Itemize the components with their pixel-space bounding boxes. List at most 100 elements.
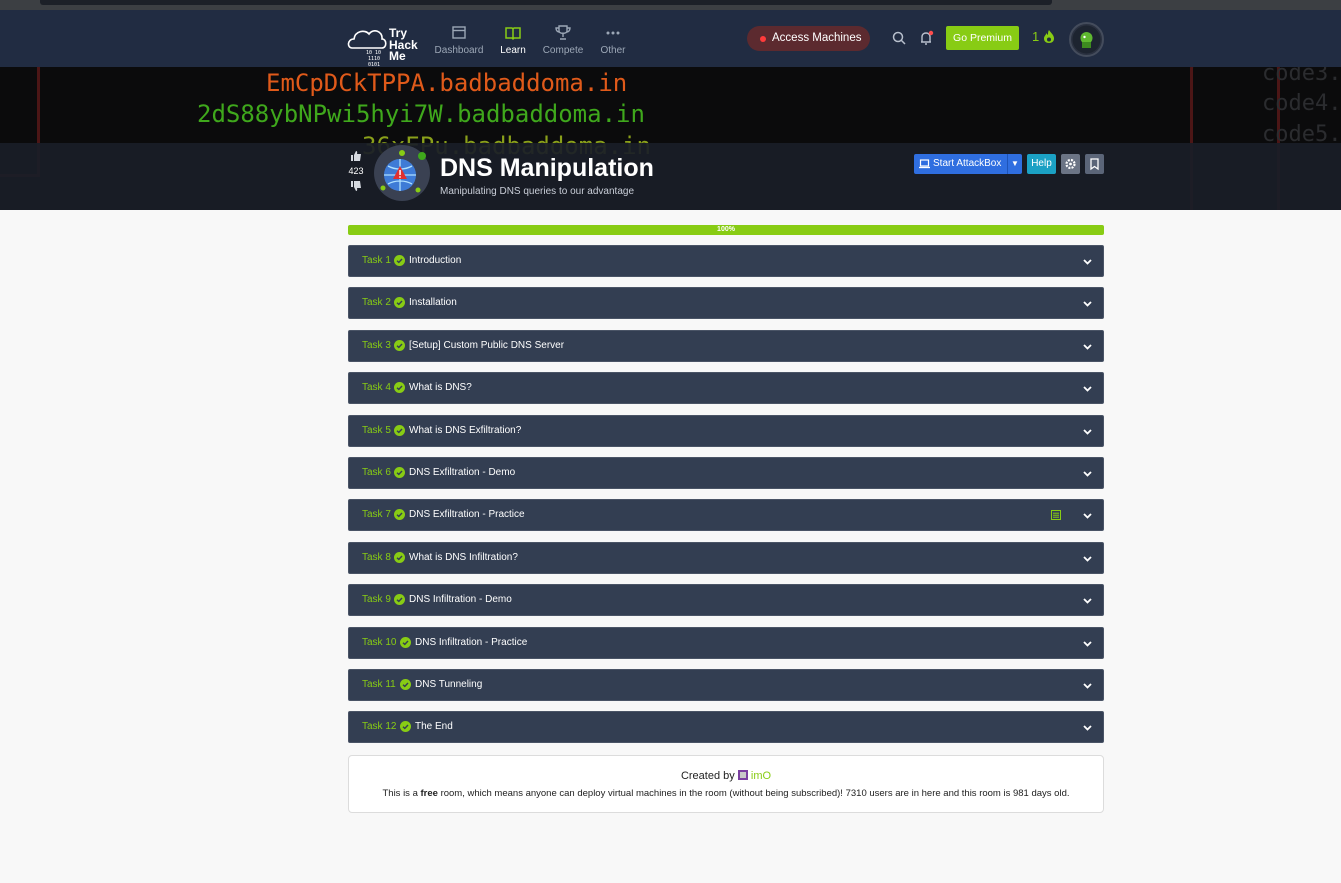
task-title: The End: [415, 721, 453, 733]
task-row[interactable]: Task 4 What is DNS?: [348, 372, 1104, 405]
check-circle-icon: [394, 551, 405, 563]
flame-icon: [1044, 30, 1055, 43]
chevron-down-icon[interactable]: [1082, 722, 1093, 733]
notes-icon[interactable]: [1051, 510, 1061, 521]
check-circle-icon: [394, 467, 405, 478]
task-number: Task 3: [362, 339, 391, 351]
top-navigation: 10 10 1110 0101 Try Hack Me Dashboard Lear…: [0, 10, 1341, 68]
chevron-down-icon[interactable]: [1082, 553, 1093, 564]
check-circle-icon: [394, 255, 405, 266]
bookmark-button[interactable]: [1085, 154, 1104, 174]
nav-dashboard[interactable]: Dashboard: [429, 24, 489, 56]
chevron-down-icon[interactable]: [1082, 256, 1093, 267]
banner-text-line: EmCpDCkTPPA.badbaddoma.in: [266, 69, 628, 97]
tab-strip: [40, 0, 1052, 5]
bookmark-icon: [1090, 158, 1099, 171]
task-number: Task 12: [362, 721, 397, 733]
task-title: DNS Tunneling: [415, 679, 483, 690]
check-circle-icon: [400, 679, 411, 690]
author-avatar-icon: [737, 770, 748, 780]
go-premium-button[interactable]: Go Premium: [946, 26, 1019, 50]
room-icon: [374, 145, 430, 201]
chevron-down-icon[interactable]: [1082, 468, 1093, 479]
avatar-image: [1072, 25, 1101, 54]
vote-widget: 423: [346, 150, 366, 194]
task-row[interactable]: Task 8 What is DNS Infiltration?: [348, 541, 1104, 574]
task-row[interactable]: Task 6 DNS Exfiltration - Demo: [348, 457, 1104, 489]
task-row[interactable]: Task 11 DNS Tunneling: [348, 669, 1104, 701]
task-number: Task 1: [362, 255, 391, 266]
task-number: Task 2: [362, 297, 391, 309]
dashboard-icon: [452, 26, 466, 39]
task-title: Introduction: [409, 255, 462, 266]
chevron-down-icon[interactable]: [1082, 298, 1093, 309]
gear-icon: [1065, 158, 1076, 170]
nav-other[interactable]: Other: [583, 24, 643, 56]
check-circle-icon: [394, 297, 405, 309]
task-title: DNS Exfiltration - Practice: [409, 509, 525, 521]
chevron-down-icon[interactable]: [1082, 341, 1093, 352]
task-row[interactable]: Task 12 The End: [348, 711, 1104, 744]
chevron-down-icon[interactable]: [1082, 383, 1093, 394]
progress-label: 100%: [717, 226, 735, 233]
created-by-line: Created by imO: [680, 770, 772, 782]
task-number: Task 6: [362, 467, 391, 478]
task-title: DNS Infiltration - Demo: [409, 594, 512, 606]
check-circle-icon: [394, 509, 405, 521]
room-title: DNS Manipulation: [440, 154, 654, 182]
task-number: Task 9: [362, 594, 391, 606]
vote-count: 423: [348, 166, 364, 176]
more-icon: [606, 31, 620, 35]
browser-topbar: [0, 0, 1341, 10]
task-row[interactable]: Task 7 DNS Exfiltration - Practice: [348, 499, 1104, 532]
task-number: Task 4: [362, 382, 391, 394]
banner-code-text: code4.: [1262, 91, 1341, 116]
streak-counter[interactable]: 1: [1032, 29, 1056, 44]
author-link[interactable]: imO: [751, 770, 771, 782]
room-banner: EmCpDCkTPPA.badbaddoma.in 2dS88ybNPwi5hy…: [0, 67, 1341, 210]
task-title: [Setup] Custom Public DNS Server: [409, 339, 565, 351]
task-title: What is DNS Infiltration?: [409, 551, 518, 563]
task-number: Task 10: [362, 636, 397, 648]
status-dot: [760, 36, 766, 42]
thumbs-up-icon[interactable]: [350, 150, 362, 162]
banner-code-text: code3.: [1262, 67, 1341, 86]
task-row[interactable]: Task 3 [Setup] Custom Public DNS Server: [348, 329, 1104, 362]
thumbs-down-icon[interactable]: [350, 180, 362, 192]
task-title: Installation: [409, 297, 457, 309]
task-row[interactable]: Task 2 Installation: [348, 287, 1104, 320]
attackbox-dropdown-caret[interactable]: ▼: [1007, 154, 1022, 174]
book-icon: [505, 27, 521, 41]
task-number: Task 11: [362, 679, 396, 690]
check-circle-icon: [394, 382, 405, 394]
chevron-down-icon[interactable]: [1082, 680, 1093, 691]
laptop-icon: [919, 159, 930, 169]
search-icon[interactable]: [891, 30, 907, 46]
room-description: This is a free room, which means anyone …: [382, 788, 1070, 799]
help-button[interactable]: Help: [1027, 154, 1056, 174]
start-attackbox-button[interactable]: Start AttackBox ▼: [914, 154, 1022, 174]
chevron-down-icon[interactable]: [1082, 426, 1093, 437]
task-row[interactable]: Task 5 What is DNS Exfiltration?: [348, 414, 1104, 447]
check-circle-icon: [394, 339, 405, 351]
chevron-down-icon[interactable]: [1082, 510, 1093, 521]
task-number: Task 5: [362, 424, 391, 436]
chevron-down-icon[interactable]: [1082, 595, 1093, 606]
chevron-down-icon[interactable]: [1082, 638, 1093, 649]
check-circle-icon: [400, 636, 411, 648]
check-circle-icon: [400, 721, 411, 733]
user-avatar[interactable]: [1069, 22, 1104, 57]
task-row[interactable]: Task 9 DNS Infiltration - Demo: [348, 584, 1104, 617]
task-number: Task 8: [362, 551, 391, 563]
logo-text: Try Hack Me: [389, 26, 418, 63]
task-title: What is DNS Exfiltration?: [409, 424, 522, 436]
room-info-footer: Created by imO This is a free room, whic…: [348, 755, 1104, 813]
task-row[interactable]: Task 10 DNS Infiltration - Practice: [348, 626, 1104, 659]
check-circle-icon: [394, 594, 405, 606]
task-row[interactable]: Task 1 Introduction: [348, 245, 1104, 277]
room-progress-bar: 100%: [348, 225, 1104, 235]
access-machines-button[interactable]: Access Machines: [747, 26, 870, 51]
settings-button[interactable]: [1061, 154, 1080, 174]
task-number: Task 7: [362, 509, 391, 521]
bell-icon[interactable]: [918, 30, 934, 46]
